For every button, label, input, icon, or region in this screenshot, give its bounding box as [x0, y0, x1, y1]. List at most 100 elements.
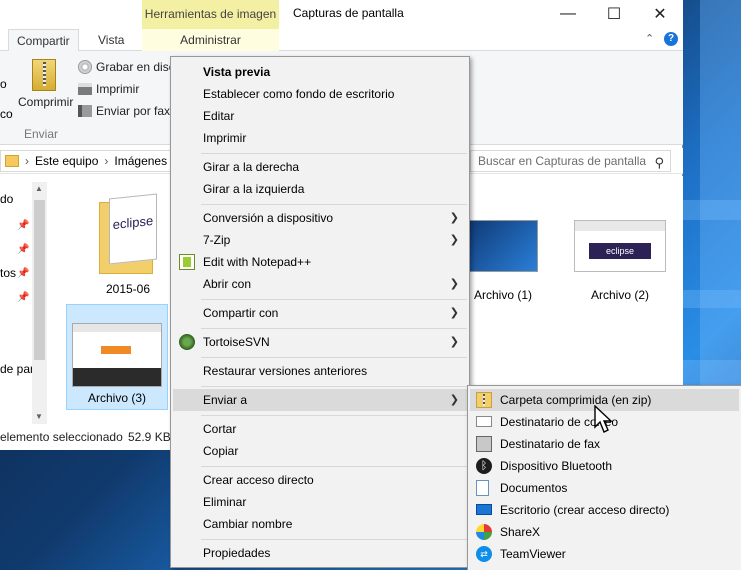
menu-item-imprimir[interactable]: Imprimir: [173, 127, 467, 149]
context-tab-title: Herramientas de imagen: [142, 0, 279, 29]
menu-separator: [201, 539, 467, 540]
menu-item-cambiar-nombre[interactable]: Cambiar nombre: [173, 513, 467, 535]
chevron-right-icon: ❯: [449, 394, 459, 406]
chevron-right-icon: ❯: [449, 336, 459, 348]
grabar-disco-button[interactable]: Grabar en disco: [78, 60, 181, 74]
chevron-right-icon: ›: [25, 154, 29, 168]
fax-icon: [476, 436, 492, 452]
window-title: Capturas de pantalla: [293, 6, 404, 20]
zip-folder-icon: [476, 392, 492, 408]
minimize-icon: —: [560, 4, 576, 22]
collapse-ribbon-icon[interactable]: ⌃: [645, 32, 654, 45]
submenu-item-bluetooth[interactable]: ᛒ Dispositivo Bluetooth: [470, 455, 739, 477]
enviar-fax-label: Enviar por fax: [96, 104, 171, 118]
ribbon-group-label: Enviar: [24, 127, 59, 141]
menu-item-editar[interactable]: Editar: [173, 105, 467, 127]
truncated-ribbon-item: o: [0, 77, 7, 91]
selection-status: elemento seleccionado: [0, 430, 123, 444]
chevron-right-icon: ❯: [449, 212, 459, 224]
file-item-selected[interactable]: Archivo (3): [66, 304, 168, 410]
folder-icon: [5, 155, 19, 167]
eclipse-logo: eclipse: [589, 243, 651, 259]
disc-icon: [78, 60, 92, 74]
menu-item-copiar[interactable]: Copiar: [173, 440, 467, 462]
truncated-ribbon-item: co: [0, 107, 13, 121]
imprimir-button[interactable]: Imprimir: [78, 82, 139, 96]
tab-vista[interactable]: Vista: [90, 29, 132, 51]
folder-item[interactable]: eclipse 2015-06: [78, 193, 178, 302]
menu-separator: [201, 328, 467, 329]
file-label: Archivo (2): [590, 288, 649, 302]
menu-item-crear-acceso[interactable]: Crear acceso directo: [173, 469, 467, 491]
menu-item-enviar-a[interactable]: Enviar a ❯: [173, 389, 467, 411]
menu-separator: [201, 299, 467, 300]
menu-item-notepad[interactable]: Edit with Notepad++: [173, 251, 467, 273]
nav-item[interactable]: tos: [0, 266, 16, 280]
submenu-item-escritorio[interactable]: Escritorio (crear acceso directo): [470, 499, 739, 521]
minimize-button[interactable]: —: [545, 0, 591, 27]
pin-icon: 📌: [17, 244, 30, 255]
menu-item-compartir-con[interactable]: Compartir con ❯: [173, 302, 467, 324]
mail-icon: [476, 416, 492, 427]
submenu-item-documentos[interactable]: Documentos: [470, 477, 739, 499]
tab-compartir[interactable]: Compartir: [8, 29, 79, 52]
menu-item-vista-previa[interactable]: Vista previa: [173, 61, 467, 83]
nav-scrollbar[interactable]: ▲ ▼: [32, 182, 47, 424]
menu-item-cortar[interactable]: Cortar: [173, 418, 467, 440]
teamviewer-icon: ⇄: [476, 546, 492, 562]
menu-item-fondo-escritorio[interactable]: Establecer como fondo de escritorio: [173, 83, 467, 105]
maximize-button[interactable]: ☐: [591, 0, 637, 27]
chevron-right-icon: ❯: [449, 278, 459, 290]
pin-icon: 📌: [17, 268, 30, 279]
menu-item-restaurar[interactable]: Restaurar versiones anteriores: [173, 360, 467, 382]
menu-item-abrir-con[interactable]: Abrir con ❯: [173, 273, 467, 295]
ribbon-tabs: Compartir Vista Administrar ⌃ ?: [0, 29, 683, 52]
scrollbar-thumb[interactable]: [34, 200, 45, 360]
search-placeholder: Buscar en Capturas de pantalla: [478, 154, 647, 168]
documents-icon: [476, 480, 489, 496]
mouse-cursor-icon: [594, 405, 613, 433]
tab-administrar[interactable]: Administrar: [142, 29, 279, 51]
menu-separator: [201, 415, 467, 416]
chevron-right-icon: ›: [104, 154, 109, 168]
submenu-item-teamviewer[interactable]: ⇄ TeamViewer: [470, 543, 739, 565]
eclipse-thumb-text: eclipse: [112, 212, 154, 233]
help-icon[interactable]: ?: [664, 32, 678, 46]
maximize-icon: ☐: [606, 5, 622, 23]
submenu-item-fax[interactable]: Destinatario de fax: [470, 433, 739, 455]
menu-item-conversion[interactable]: Conversión a dispositivo ❯: [173, 207, 467, 229]
comprimir-label: Comprimir: [18, 95, 74, 109]
title-bar: Herramientas de imagen Capturas de panta…: [0, 0, 683, 29]
breadcrumb-este-equipo[interactable]: Este equipo: [35, 154, 98, 168]
zip-icon: [32, 59, 56, 91]
menu-item-girar-izquierda[interactable]: Girar a la izquierda: [173, 178, 467, 200]
grabar-label: Grabar en disco: [96, 60, 182, 74]
imprimir-label: Imprimir: [96, 82, 140, 96]
menu-item-7zip[interactable]: 7-Zip ❯: [173, 229, 467, 251]
comprimir-button[interactable]: Comprimir: [18, 95, 73, 109]
menu-item-girar-derecha[interactable]: Girar a la derecha: [173, 156, 467, 178]
menu-item-eliminar[interactable]: Eliminar: [173, 491, 467, 513]
breadcrumb-imagenes[interactable]: Imágenes: [114, 154, 167, 168]
scroll-up-icon[interactable]: ▲: [35, 184, 43, 193]
context-menu: Vista previa Establecer como fondo de es…: [170, 56, 470, 568]
image-thumbnail: [72, 323, 162, 387]
chevron-right-icon: ❯: [449, 307, 459, 319]
scroll-down-icon[interactable]: ▼: [35, 412, 43, 421]
search-icon: ⚲: [654, 155, 664, 170]
folder-icon: eclipse: [95, 193, 161, 276]
menu-separator: [201, 466, 467, 467]
desktop-icon: [476, 504, 492, 515]
nav-item[interactable]: do: [0, 192, 13, 206]
pin-icon: 📌: [17, 292, 30, 303]
file-item[interactable]: eclipse Archivo (2): [570, 220, 670, 302]
menu-item-tortoisesvn[interactable]: TortoiseSVN ❯: [173, 331, 467, 353]
search-input[interactable]: Buscar en Capturas de pantalla ⚲: [470, 150, 671, 172]
submenu-item-sharex[interactable]: ShareX: [470, 521, 739, 543]
close-button[interactable]: ✕: [637, 0, 683, 27]
enviar-fax-button[interactable]: Enviar por fax: [78, 104, 170, 118]
chevron-right-icon: ❯: [449, 234, 459, 246]
menu-item-propiedades[interactable]: Propiedades: [173, 542, 467, 564]
image-thumbnail: eclipse: [574, 220, 666, 272]
tortoisesvn-icon: [179, 334, 195, 350]
